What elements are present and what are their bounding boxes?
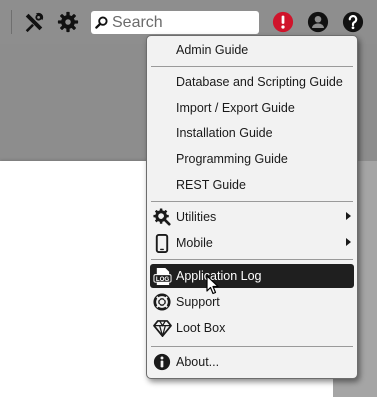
menu-item-programming-guide[interactable]: Programming Guide — [150, 147, 354, 171]
menu-separator — [151, 201, 353, 202]
menu-item-label: Utilities — [176, 210, 217, 224]
svg-text:LOG: LOG — [155, 275, 169, 282]
menu-item-label: Admin Guide — [176, 43, 249, 57]
menu-item-label: Import / Export Guide — [176, 101, 295, 115]
menu-item-mobile[interactable]: Mobile — [150, 231, 354, 255]
menu-item-import-export-guide[interactable]: Import / Export Guide — [150, 96, 354, 120]
toolbar-divider — [11, 10, 12, 34]
menu-item-label: Support — [176, 295, 220, 309]
menu-item-label: REST Guide — [176, 178, 246, 192]
menu-separator — [151, 346, 353, 347]
menu-item-label: Mobile — [176, 236, 213, 250]
info-icon — [152, 352, 172, 372]
menu-item-label: Programming Guide — [176, 152, 288, 166]
help-icon[interactable] — [341, 10, 365, 34]
utilities-icon — [152, 207, 172, 227]
menu-separator — [151, 259, 353, 260]
menu-item-about[interactable]: About... — [150, 350, 354, 374]
submenu-arrow-icon — [346, 212, 351, 220]
search-box[interactable] — [91, 11, 259, 34]
menu-item-support[interactable]: Support — [150, 290, 354, 314]
menu-item-utilities[interactable]: Utilities — [150, 205, 354, 229]
menu-item-database-scripting-guide[interactable]: Database and Scripting Guide — [150, 70, 354, 94]
help-menu: Admin Guide Database and Scripting Guide… — [146, 35, 358, 379]
search-icon — [95, 16, 108, 29]
alert-icon[interactable] — [271, 10, 295, 34]
menu-item-application-log[interactable]: LOG Application Log — [150, 264, 354, 288]
menu-item-label: Installation Guide — [176, 126, 273, 140]
menu-item-label: About... — [176, 355, 220, 369]
menu-separator — [151, 66, 353, 67]
mobile-icon — [152, 233, 172, 253]
gear-icon[interactable] — [56, 10, 80, 34]
mouse-cursor-icon — [206, 275, 220, 295]
menu-item-admin-guide[interactable]: Admin Guide — [150, 38, 354, 62]
submenu-arrow-icon — [346, 238, 351, 246]
user-icon[interactable] — [306, 10, 330, 34]
support-icon — [152, 292, 172, 312]
menu-item-loot-box[interactable]: Loot Box — [150, 316, 354, 340]
diamond-icon — [152, 318, 172, 338]
menu-item-rest-guide[interactable]: REST Guide — [150, 173, 354, 197]
menu-item-label: Loot Box — [176, 321, 226, 335]
search-input[interactable] — [112, 13, 252, 32]
log-icon: LOG — [152, 266, 172, 286]
tools-icon[interactable] — [22, 10, 46, 34]
menu-item-installation-guide[interactable]: Installation Guide — [150, 121, 354, 145]
menu-item-label: Database and Scripting Guide — [176, 75, 343, 89]
